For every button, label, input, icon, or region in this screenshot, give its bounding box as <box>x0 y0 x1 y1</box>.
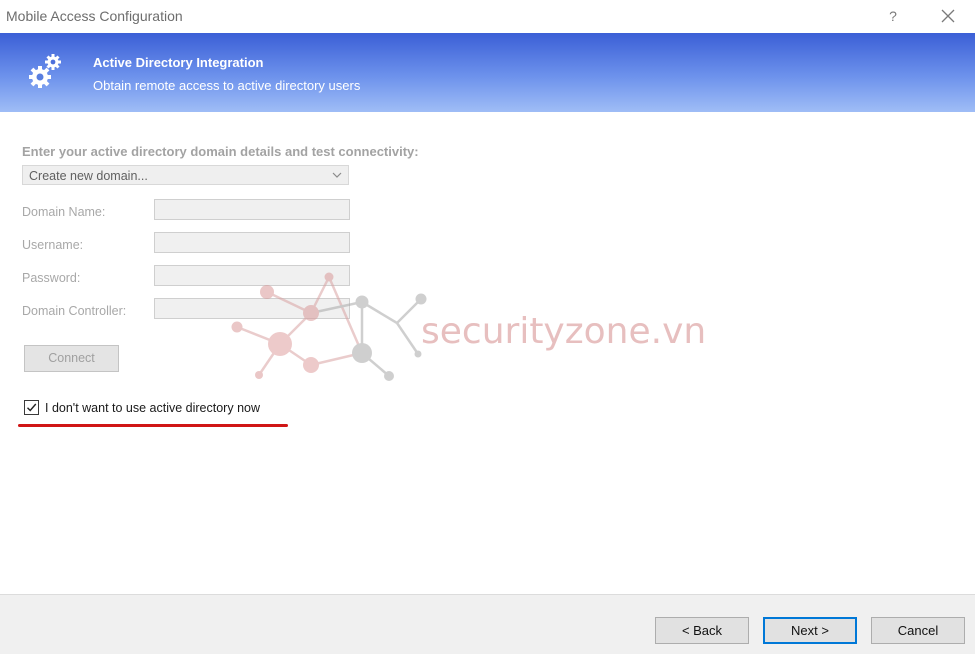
watermark-text: securityzone.vn <box>421 311 706 352</box>
close-button[interactable] <box>938 6 958 26</box>
skip-ad-checkbox[interactable] <box>24 400 39 415</box>
close-icon <box>941 9 955 23</box>
network-logo-icon <box>231 272 427 381</box>
banner-subtitle: Obtain remote access to active directory… <box>93 78 361 93</box>
domain-select[interactable]: Create new domain... <box>22 165 349 185</box>
help-button[interactable]: ? <box>883 6 903 26</box>
window-title: Mobile Access Configuration <box>6 8 183 24</box>
gears-icon <box>29 54 61 88</box>
domain-select-value: Create new domain... <box>29 169 148 183</box>
annotation-underline <box>18 424 288 427</box>
domain-name-field[interactable] <box>154 199 350 220</box>
skip-ad-checkbox-label[interactable]: I don't want to use active directory now <box>45 401 260 415</box>
username-field[interactable] <box>154 232 350 253</box>
checkmark-icon <box>27 403 37 412</box>
watermark: securityzone.vn <box>231 272 706 381</box>
header-banner: Active Directory Integration Obtain remo… <box>0 33 975 112</box>
next-button[interactable]: Next > <box>763 617 857 644</box>
chevron-down-icon <box>332 172 342 178</box>
domain-controller-label: Domain Controller: <box>22 304 127 318</box>
connect-button[interactable]: Connect <box>24 345 119 372</box>
domain-name-label: Domain Name: <box>22 205 106 219</box>
banner-title: Active Directory Integration <box>93 55 264 70</box>
password-label: Password: <box>22 271 81 285</box>
footer-bar: < Back Next > Cancel <box>0 594 975 654</box>
back-button[interactable]: < Back <box>655 617 749 644</box>
title-bar: Mobile Access Configuration ? <box>0 0 975 33</box>
cancel-button[interactable]: Cancel <box>871 617 965 644</box>
username-label: Username: <box>22 238 84 252</box>
instruction-text: Enter your active directory domain detai… <box>22 144 419 159</box>
